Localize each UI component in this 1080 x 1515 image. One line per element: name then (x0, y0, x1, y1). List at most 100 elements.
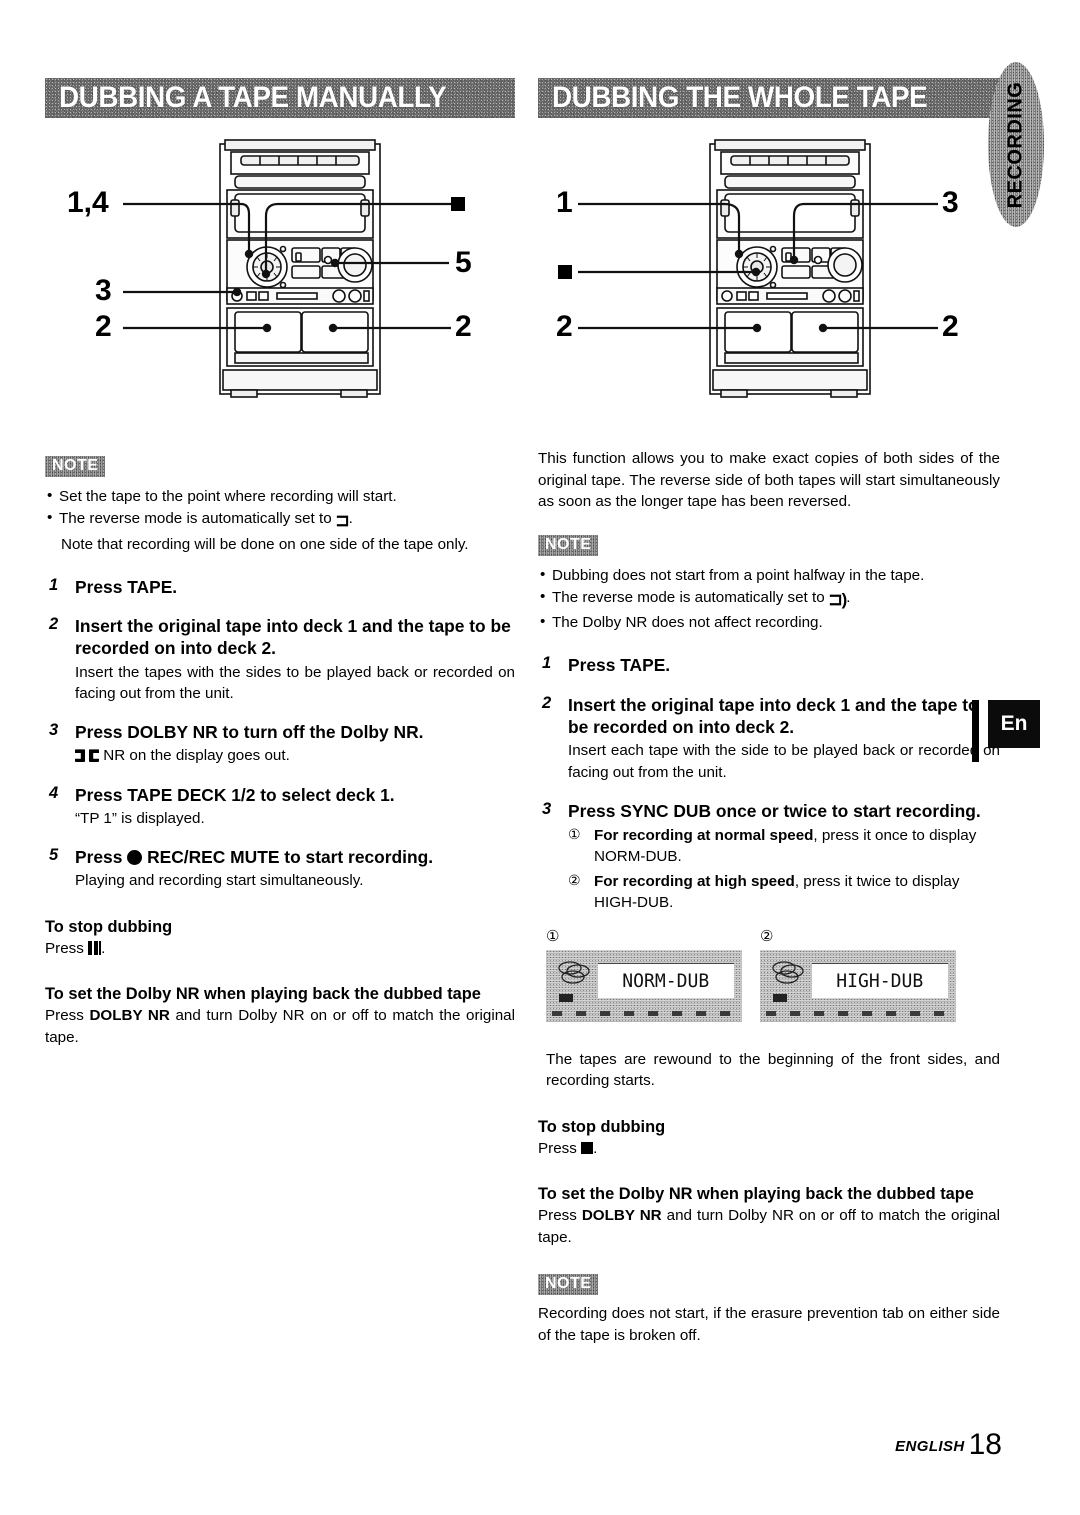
pause-bars-icon (88, 940, 102, 955)
dolby-double-d-icon (75, 749, 99, 762)
left-step-2-detail: Insert the tapes with the sides to be pl… (75, 663, 515, 702)
left-callout-2-right: 2 (455, 310, 472, 343)
left-callout-3: 3 (95, 274, 112, 307)
left-step-3-heading: Press DOLBY NR to turn off the Dolby NR. (75, 722, 424, 743)
left-dolby-playback-body: Press DOLBY NR and turn Dolby NR on or o… (45, 1005, 515, 1048)
right-dolby-playback-body: Press DOLBY NR and turn Dolby NR on or o… (538, 1205, 1000, 1248)
right-callout-3: 3 (942, 186, 959, 219)
right-note-item-2: The reverse mode is automatically set to… (538, 586, 1000, 613)
right-callout-2-left: 2 (556, 310, 573, 343)
right-step-3-substep-1: ① For recording at normal speed, press i… (568, 825, 1000, 868)
note-badge-2: NOTE (538, 534, 599, 556)
right-step-2-number: 2 (542, 693, 552, 712)
right-dolby-playback-block: To set the Dolby NR when playing back th… (538, 1185, 1000, 1248)
footer-language-label: ENGLISH (895, 1438, 965, 1455)
left-note-item-1: Set the tape to the point where recordin… (45, 485, 515, 508)
left-step-5: 5 Press REC/REC MUTE to start recording.… (45, 846, 515, 892)
left-step-2-number: 2 (49, 614, 59, 633)
right-dolby-playback-body-before: Press (538, 1207, 582, 1225)
disc-stack-icon (558, 961, 590, 984)
stereo-unit-illustration-2 (578, 139, 938, 398)
recording-tab-label: RECORDING (1004, 81, 1027, 208)
right-steps: 1 Press TAPE. 2 Insert the original tape… (538, 654, 1000, 913)
right-callout-1: 1 (556, 186, 573, 219)
language-tab-label: En (1000, 712, 1028, 735)
left-stop-dubbing-block: To stop dubbing Press . (45, 918, 515, 960)
left-step-2: 2 Insert the original tape into deck 1 a… (45, 615, 515, 704)
left-step-5-detail: Playing and recording start simultaneous… (75, 872, 364, 890)
right-step-3-substep-2: ② For recording at high speed, press it … (568, 871, 1000, 914)
left-step-4: 4 Press TAPE DECK 1/2 to select deck 1. … (45, 784, 515, 830)
lcd-bottom-labels (552, 1011, 736, 1017)
right-step-2-detail: Insert each tape with the side to be pla… (568, 742, 1000, 781)
left-note-item-3: Note that recording will be done on one … (61, 535, 469, 553)
display-examples: ① NORM-DUB ② HIGH-DUB (538, 927, 1000, 1039)
right-step-3-substep-2-marker: ② (568, 871, 581, 888)
page-footer: ENGLISH 18 (0, 1428, 1002, 1462)
right-stop-dubbing-press-label: Press (538, 1139, 577, 1157)
display-example-2-marker: ② (760, 928, 774, 946)
left-callout-5: 5 (455, 246, 472, 279)
left-stereo-diagram: 1,4 5 3 2 2 (45, 132, 515, 432)
lcd-indicator-chip-2 (773, 994, 787, 1003)
disc-stack-icon-2 (772, 961, 804, 984)
left-section-title: DUBBING A TAPE MANUALLY (59, 81, 447, 114)
right-step-1: 1 Press TAPE. (538, 654, 1000, 676)
right-step-3-substep-1-marker: ① (568, 826, 581, 843)
right-dolby-playback-heading: To set the Dolby NR when playing back th… (538, 1185, 974, 1204)
note-badge-3-label: NOTE (545, 1275, 592, 1293)
left-dolby-playback-heading: To set the Dolby NR when playing back th… (45, 985, 481, 1004)
left-section-banner: DUBBING A TAPE MANUALLY (45, 78, 515, 118)
right-step-3-substep-2-bold: For recording at high speed (594, 872, 795, 890)
left-step-1: 1 Press TAPE. (45, 576, 515, 598)
right-stop-dubbing-body: Press . (538, 1138, 1000, 1160)
stereo-unit-illustration (123, 139, 451, 398)
left-callout-1-4: 1,4 (67, 186, 109, 219)
right-step-3-number: 3 (542, 799, 552, 818)
lcd-text-normal-dub: NORM-DUB (622, 970, 710, 993)
left-stop-dubbing-heading: To stop dubbing (45, 917, 173, 936)
left-step-5-heading-text: REC/REC MUTE to start recording. (147, 847, 434, 868)
lcd-screen-high-dub: HIGH-DUB (812, 963, 948, 999)
left-note-item-2-text: The reverse mode is automatically set to (59, 510, 332, 528)
right-section-banner: DUBBING THE WHOLE TAPE (538, 78, 1000, 118)
left-step-1-heading: Press TAPE. (75, 576, 178, 597)
right-stop-dubbing-period: . (593, 1139, 598, 1157)
right-step-1-number: 1 (542, 654, 552, 673)
right-note-block: NOTE Dubbing does not start from a point… (538, 534, 1000, 635)
right-step-1-heading: Press TAPE. (568, 655, 671, 676)
language-tab: En (988, 700, 1040, 748)
right-step-2: 2 Insert the original tape into deck 1 a… (538, 694, 1000, 783)
left-steps: 1 Press TAPE. 2 Insert the original tape… (45, 576, 515, 892)
reverse-mode-relay-icon: ⊐) (824, 589, 847, 609)
stop-square-icon (581, 1141, 594, 1154)
left-step-3-detail: NR on the display goes out. (75, 745, 515, 766)
right-note-item-3: The Dolby NR does not affect recording. (538, 611, 1000, 634)
lcd-indicator-chip (559, 994, 573, 1003)
left-step-5-number: 5 (49, 846, 59, 865)
right-note-item-1: Dubbing does not start from a point half… (538, 564, 1000, 587)
right-callout-2-right: 2 (942, 310, 959, 343)
right-dolby-playback-body-bold: DOLBY NR (581, 1207, 662, 1225)
display-example-1-marker: ① (546, 928, 560, 946)
right-stop-dubbing-block: To stop dubbing Press . (538, 1118, 1000, 1160)
record-dot-icon (127, 850, 143, 866)
left-dolby-playback-block: To set the Dolby NR when playing back th… (45, 985, 515, 1048)
note-badge-3: NOTE (538, 1274, 599, 1296)
right-step-3: 3 Press SYNC DUB once or twice to start … (538, 800, 1000, 913)
lcd-screen-normal-dub: NORM-DUB (598, 963, 734, 999)
display-example-2: ② HIGH-DUB (760, 927, 956, 1023)
left-step-1-number: 1 (49, 575, 59, 594)
left-step-2-heading: Insert the original tape into deck 1 and… (75, 615, 511, 659)
footer-page-number: 18 (968, 1428, 1002, 1461)
right-column: DUBBING THE WHOLE TAPE 1 3 2 2 This func… (538, 78, 1000, 1347)
left-note-block: NOTE Set the tape to the point where rec… (45, 456, 515, 556)
left-step-3-number: 3 (49, 721, 59, 740)
left-dolby-playback-body-before: Press (45, 1007, 90, 1025)
note-badge: NOTE (45, 456, 106, 477)
left-step-4-detail: “TP 1” is displayed. (75, 809, 205, 827)
left-stop-dubbing-press-label: Press (45, 939, 84, 957)
right-intro-paragraph: This function allows you to make exact c… (538, 450, 1000, 511)
lcd-panel-normal-dub: NORM-DUB (546, 950, 742, 1023)
right-step-3-substep-1-bold: For recording at normal speed (594, 827, 814, 845)
